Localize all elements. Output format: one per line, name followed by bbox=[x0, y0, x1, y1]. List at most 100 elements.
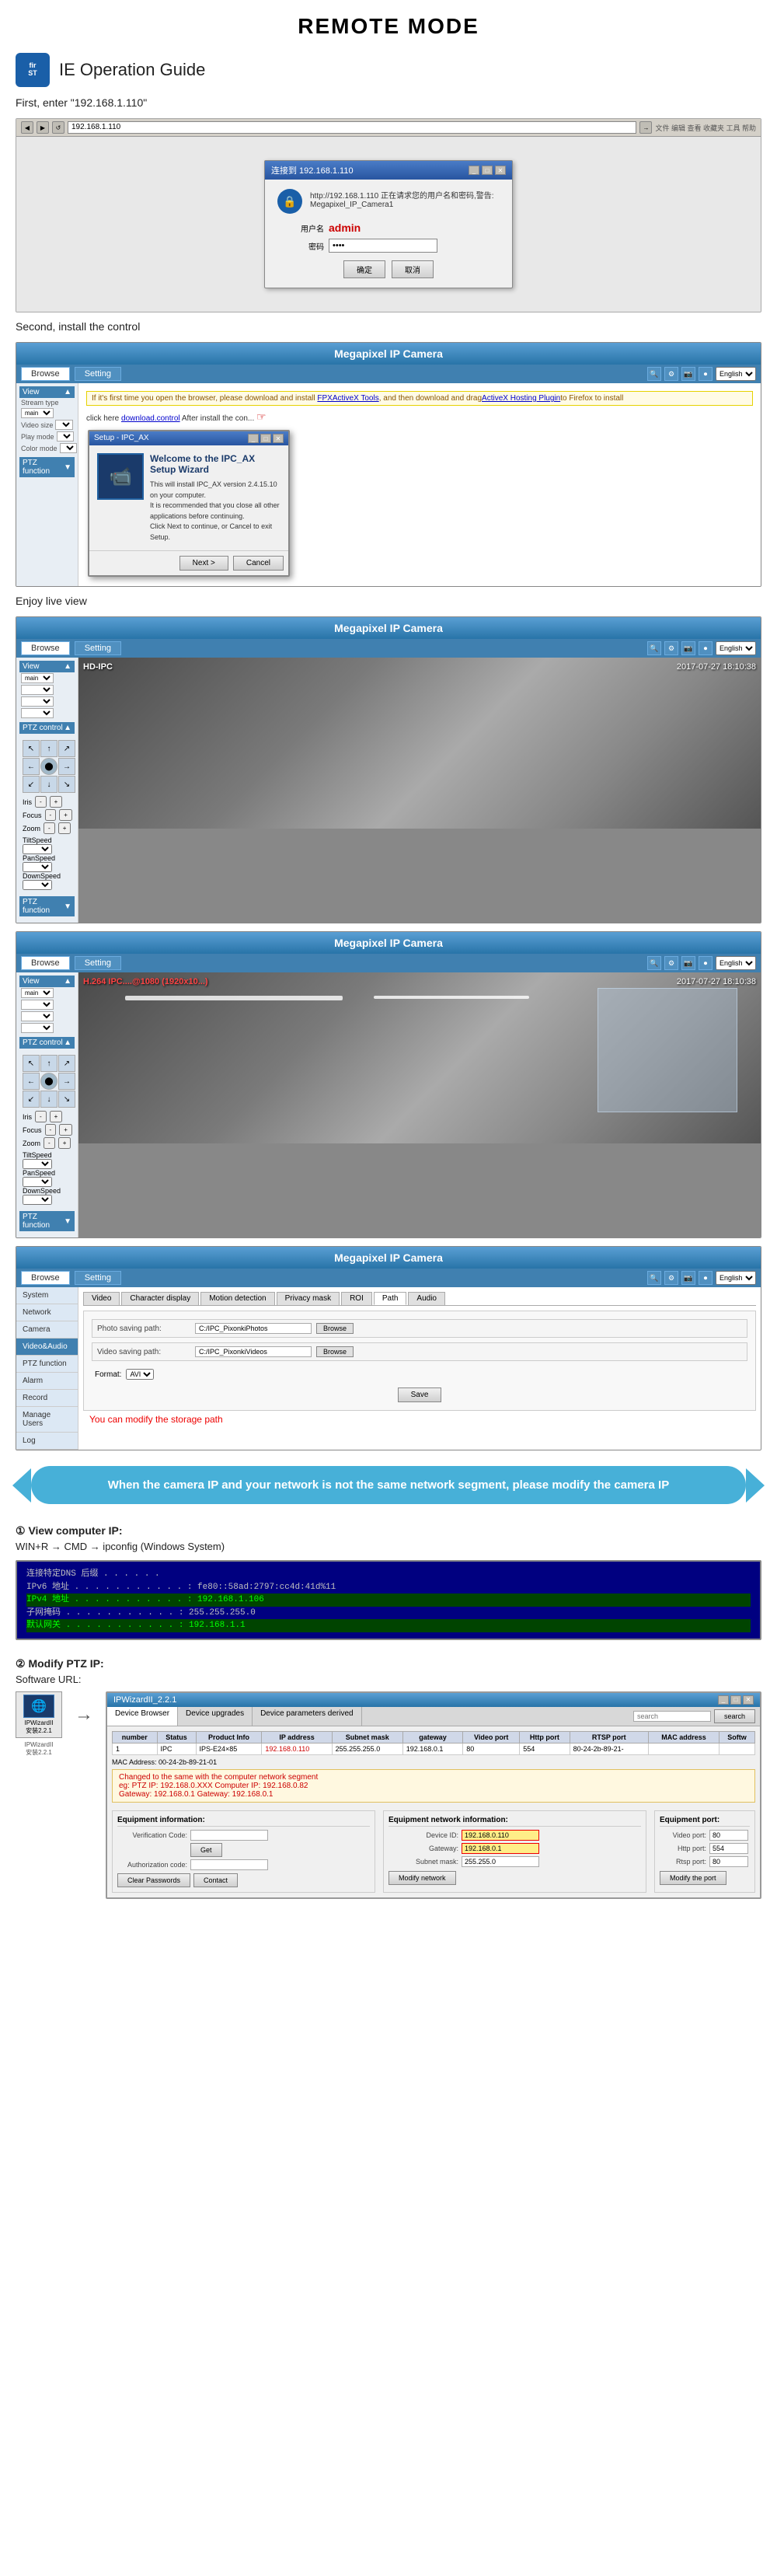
subnet-input[interactable] bbox=[462, 1856, 539, 1867]
play-mode-select-l2[interactable] bbox=[21, 1011, 54, 1021]
ptz-downright[interactable]: ↘ bbox=[58, 776, 75, 793]
setting-btn-live2[interactable]: Setting bbox=[75, 956, 121, 970]
tiltspeed-select[interactable] bbox=[23, 844, 52, 854]
ptz-toggle-l1[interactable]: ▲ bbox=[64, 724, 71, 732]
focus-far[interactable]: + bbox=[59, 809, 72, 821]
http-port-input[interactable] bbox=[709, 1843, 748, 1854]
ptz-fn-collapse[interactable]: ▼ bbox=[64, 902, 71, 911]
language-select-l2[interactable]: English bbox=[716, 956, 756, 970]
camera-icon[interactable]: 📷 bbox=[681, 367, 695, 381]
setting-btn-live1[interactable]: Setting bbox=[75, 641, 121, 655]
gear-icon-l1[interactable]: ⚙ bbox=[664, 641, 678, 655]
nav-camera[interactable]: Camera bbox=[16, 1321, 78, 1339]
nav-record[interactable]: Record bbox=[16, 1390, 78, 1407]
ptz-upleft-l2[interactable]: ↖ bbox=[23, 1055, 40, 1072]
setting-btn-settings[interactable]: Setting bbox=[75, 1271, 121, 1285]
search-btn[interactable]: search bbox=[714, 1709, 755, 1723]
ptz-down[interactable]: ↓ bbox=[40, 776, 57, 793]
photo-path-input[interactable] bbox=[195, 1323, 312, 1334]
record-icon-s[interactable]: ⏺ bbox=[699, 1271, 713, 1285]
panspeed-select-l2[interactable] bbox=[23, 1177, 52, 1187]
iw-tab-browser[interactable]: Device Browser bbox=[107, 1707, 178, 1726]
record-icon-l1[interactable]: ⏺ bbox=[699, 641, 713, 655]
ptz-downright-l2[interactable]: ↘ bbox=[58, 1091, 75, 1108]
password-input[interactable] bbox=[329, 239, 437, 253]
record-icon-l2[interactable]: ⏺ bbox=[699, 956, 713, 970]
ptz-collapse[interactable]: ▼ bbox=[64, 463, 71, 472]
zoom-in-l2[interactable]: + bbox=[58, 1137, 71, 1149]
zoom-out[interactable]: - bbox=[44, 822, 55, 834]
focus-near[interactable]: - bbox=[45, 809, 57, 821]
video-size-select[interactable] bbox=[55, 420, 73, 430]
record-icon[interactable]: ⏺ bbox=[699, 367, 713, 381]
focus-near-l2[interactable]: - bbox=[45, 1124, 57, 1136]
tab-privacy[interactable]: Privacy mask bbox=[277, 1292, 340, 1305]
ptz-upright[interactable]: ↗ bbox=[58, 740, 75, 757]
iw-tab-params[interactable]: Device parameters derived bbox=[253, 1707, 362, 1726]
close-btn[interactable]: ✕ bbox=[495, 166, 506, 175]
ptz-upright-l2[interactable]: ↗ bbox=[58, 1055, 75, 1072]
play-mode-select[interactable] bbox=[57, 431, 74, 442]
clear-btn[interactable]: Clear Passwords bbox=[117, 1873, 190, 1887]
gear-icon[interactable]: ⚙ bbox=[664, 367, 678, 381]
tab-roi[interactable]: ROI bbox=[341, 1292, 372, 1305]
view-collapse[interactable]: ▲ bbox=[64, 388, 71, 396]
tab-motion[interactable]: Motion detection bbox=[200, 1292, 274, 1305]
browse-btn-install[interactable]: Browse bbox=[21, 367, 70, 381]
iris-open[interactable]: + bbox=[50, 796, 63, 808]
address-bar[interactable]: 192.168.1.110 bbox=[68, 121, 636, 134]
search-icon[interactable]: 🔍 bbox=[647, 367, 661, 381]
ipc-close[interactable]: ✕ bbox=[273, 434, 284, 443]
search-icon-l2[interactable]: 🔍 bbox=[647, 956, 661, 970]
search-icon-s[interactable]: 🔍 bbox=[647, 1271, 661, 1285]
save-btn[interactable]: Save bbox=[398, 1387, 442, 1402]
video-size-select-l1[interactable] bbox=[21, 685, 54, 695]
fpx-link[interactable]: FPXActiveX Tools bbox=[317, 394, 378, 403]
iris-close[interactable]: - bbox=[35, 796, 47, 808]
tab-audio[interactable]: Audio bbox=[408, 1292, 445, 1305]
camera-icon-l2[interactable]: 📷 bbox=[681, 956, 695, 970]
view-collapse-l1[interactable]: ▲ bbox=[64, 662, 71, 671]
ipc-maximize[interactable]: □ bbox=[260, 434, 271, 443]
forward-btn[interactable]: ▶ bbox=[37, 121, 49, 134]
format-select[interactable]: AVI bbox=[126, 1369, 154, 1380]
nav-videoaudio[interactable]: Video&Audio bbox=[16, 1339, 78, 1356]
iw-maximize[interactable]: □ bbox=[730, 1695, 741, 1705]
camera-icon-l1[interactable]: 📷 bbox=[681, 641, 695, 655]
browse-btn-settings[interactable]: Browse bbox=[21, 1271, 70, 1285]
view-collapse-l2[interactable]: ▲ bbox=[64, 977, 71, 986]
nav-alarm[interactable]: Alarm bbox=[16, 1373, 78, 1390]
back-btn[interactable]: ◀ bbox=[21, 121, 33, 134]
tab-path[interactable]: Path bbox=[374, 1292, 407, 1305]
refresh-btn[interactable]: ↺ bbox=[52, 121, 64, 134]
video-browse-btn[interactable]: Browse bbox=[316, 1346, 354, 1357]
video-port-input[interactable] bbox=[709, 1830, 748, 1841]
camera-icon-s[interactable]: 📷 bbox=[681, 1271, 695, 1285]
device-id-input[interactable] bbox=[462, 1830, 539, 1841]
zoom-out-l2[interactable]: - bbox=[44, 1137, 55, 1149]
cancel-button[interactable]: 取消 bbox=[392, 260, 434, 278]
get-btn[interactable]: Get bbox=[190, 1843, 222, 1857]
language-select-l1[interactable]: English bbox=[716, 641, 756, 655]
ptz-toggle-l2[interactable]: ▲ bbox=[64, 1038, 71, 1047]
iw-tab-upgrades[interactable]: Device upgrades bbox=[178, 1707, 253, 1726]
nav-manage-users[interactable]: Manage Users bbox=[16, 1407, 78, 1433]
ptz-right[interactable]: → bbox=[58, 758, 75, 775]
contact-btn[interactable]: Contact bbox=[193, 1873, 238, 1887]
panspeed-select[interactable] bbox=[23, 862, 52, 872]
nav-log[interactable]: Log bbox=[16, 1433, 78, 1450]
ptz-up-l2[interactable]: ↑ bbox=[40, 1055, 57, 1072]
downspeed-select[interactable] bbox=[23, 880, 52, 890]
downspeed-select-l2[interactable] bbox=[23, 1195, 52, 1205]
browse-btn-live2[interactable]: Browse bbox=[21, 956, 70, 970]
ptz-fn-collapse-l2[interactable]: ▼ bbox=[64, 1217, 71, 1226]
ptz-up[interactable]: ↑ bbox=[40, 740, 57, 757]
minimize-btn[interactable]: _ bbox=[469, 166, 479, 175]
browse-btn-live1[interactable]: Browse bbox=[21, 641, 70, 655]
stream-type-select[interactable]: main stream bbox=[21, 408, 54, 418]
search-icon-l1[interactable]: 🔍 bbox=[647, 641, 661, 655]
ipc-cancel-btn[interactable]: Cancel bbox=[233, 556, 284, 571]
nav-network[interactable]: Network bbox=[16, 1304, 78, 1321]
stream-type-select-l2[interactable]: main stream bbox=[21, 988, 54, 998]
ipc-minimize[interactable]: _ bbox=[248, 434, 259, 443]
